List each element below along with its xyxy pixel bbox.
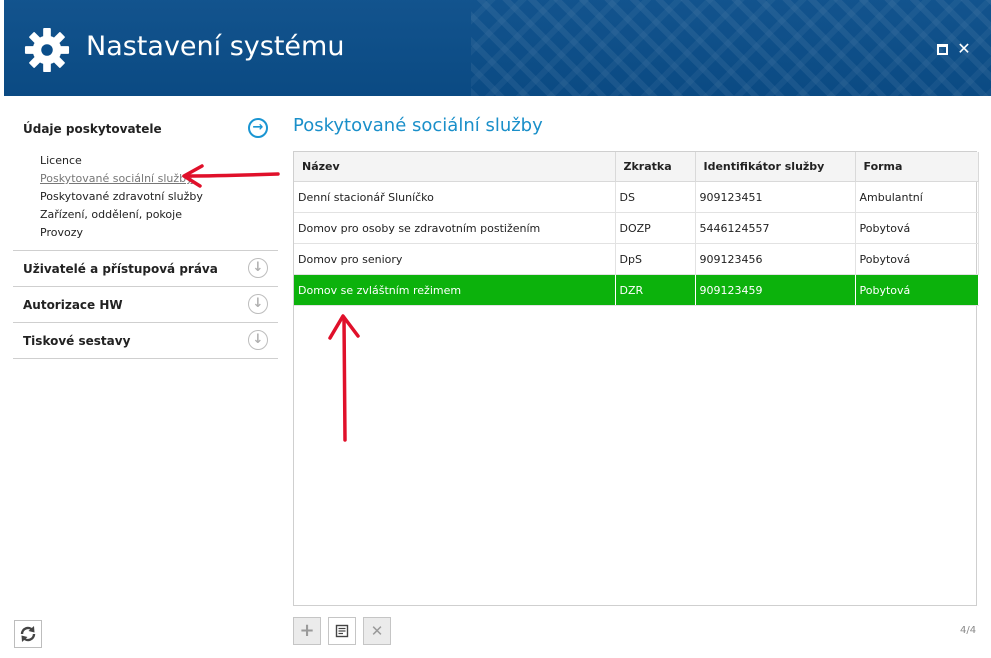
cell-name: Domov se zvláštním režimem <box>294 274 616 306</box>
title-bar: Nastavení systému ✕ <box>4 0 991 96</box>
column-header-name[interactable]: Název <box>294 152 616 182</box>
cell-name: Domov pro seniory <box>294 243 616 275</box>
sidebar-section-label: Autorizace HW <box>23 298 123 312</box>
table-row[interactable]: Domov pro seniory DpS 909123456 Pobytová <box>294 243 979 275</box>
maximize-button[interactable] <box>935 42 949 56</box>
refresh-button[interactable] <box>14 620 42 648</box>
cell-abbreviation: DOZP <box>615 212 696 244</box>
table-row-selected[interactable]: Domov se zvláštním režimem DZR 909123459… <box>294 274 979 306</box>
sidebar-section-label: Tiskové sestavy <box>23 334 131 348</box>
window-title: Nastavení systému <box>86 31 345 62</box>
close-button[interactable]: ✕ <box>957 41 971 57</box>
sidebar-section-reports[interactable]: Tiskové sestavy ↓ <box>13 323 278 359</box>
cell-name: Domov pro osoby se zdravotním postižením <box>294 212 616 244</box>
plus-icon: + <box>299 620 315 641</box>
sidebar-section-label[interactable]: Údaje poskytovatele <box>23 122 162 136</box>
sidebar-section-users[interactable]: Uživatelé a přístupová práva ↓ <box>13 251 278 287</box>
edit-icon <box>335 624 349 638</box>
cell-abbreviation: DpS <box>615 243 696 275</box>
arrow-down-circle-icon[interactable]: ↓ <box>248 330 268 350</box>
cell-name: Denní stacionář Sluníčko <box>294 181 616 213</box>
cell-form: Pobytová <box>855 243 979 275</box>
table-row[interactable]: Domov pro osoby se zdravotním postižením… <box>294 212 979 244</box>
add-button[interactable]: + <box>293 617 321 645</box>
delete-icon: ✕ <box>370 622 384 640</box>
sidebar-item-health-services[interactable]: Poskytované zdravotní služby <box>40 188 203 206</box>
page-count: 4/4 <box>960 625 977 636</box>
gear-icon <box>24 27 70 73</box>
refresh-icon <box>20 626 36 642</box>
services-table: Název Zkratka Identifikátor služby Forma… <box>293 151 979 606</box>
title-bar-pattern <box>471 0 991 96</box>
page-title: Poskytované sociální služby <box>293 115 543 136</box>
column-header-form[interactable]: Forma <box>855 152 979 182</box>
edit-button[interactable] <box>328 617 356 645</box>
sidebar-section-hw[interactable]: Autorizace HW ↓ <box>13 287 278 323</box>
cell-abbreviation: DS <box>615 181 696 213</box>
sidebar-item-licence[interactable]: Licence <box>40 152 203 170</box>
sidebar-section-label: Uživatelé a přístupová práva <box>23 262 218 276</box>
cell-service-id: 909123456 <box>695 243 856 275</box>
sidebar-item-operations[interactable]: Provozy <box>40 224 203 242</box>
cell-form: Pobytová <box>855 212 979 244</box>
column-header-abbreviation[interactable]: Zkratka <box>615 152 696 182</box>
arrow-down-circle-icon[interactable]: ↓ <box>248 294 268 314</box>
arrow-right-circle-icon[interactable]: → <box>248 118 268 138</box>
maximize-icon <box>937 44 948 55</box>
table-header-row: Název Zkratka Identifikátor služby Forma <box>294 152 979 182</box>
sidebar: Údaje poskytovatele → Licence Poskytovan… <box>13 110 278 359</box>
cell-service-id: 909123451 <box>695 181 856 213</box>
sidebar-sublist: Licence Poskytované sociální služby Posk… <box>40 152 203 242</box>
sidebar-item-social-services[interactable]: Poskytované sociální služby <box>40 170 203 188</box>
cell-service-id: 5446124557 <box>695 212 856 244</box>
delete-button[interactable]: ✕ <box>363 617 391 645</box>
cell-service-id: 909123459 <box>695 274 856 306</box>
cell-abbreviation: DZR <box>615 274 696 306</box>
cell-form: Pobytová <box>855 274 979 306</box>
cell-form: Ambulantní <box>855 181 979 213</box>
sidebar-section-provider: Údaje poskytovatele → Licence Poskytovan… <box>13 110 278 251</box>
sidebar-item-facilities[interactable]: Zařízení, oddělení, pokoje <box>40 206 203 224</box>
column-header-service-id[interactable]: Identifikátor služby <box>695 152 856 182</box>
arrow-down-circle-icon[interactable]: ↓ <box>248 258 268 278</box>
table-row[interactable]: Denní stacionář Sluníčko DS 909123451 Am… <box>294 181 979 213</box>
